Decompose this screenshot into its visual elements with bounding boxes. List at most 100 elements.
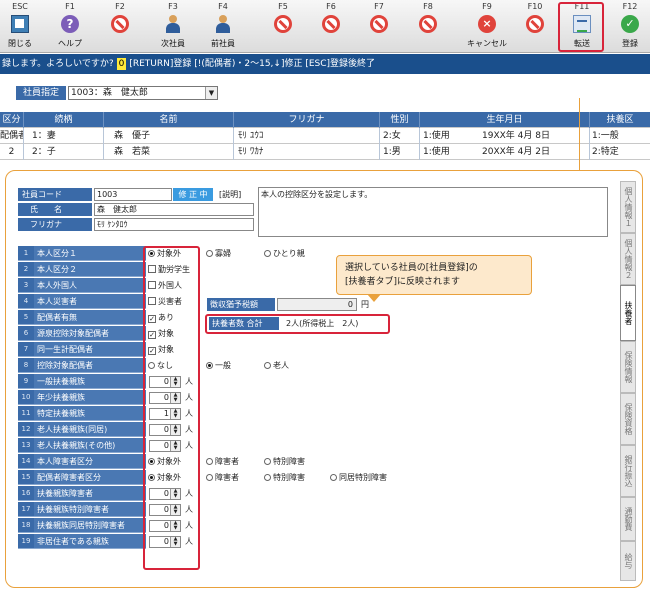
description-text: 本人の控除区分を設定します。	[261, 190, 373, 199]
attr-label-deduction-spouse: 控除対象配偶者	[34, 358, 146, 373]
f6-button[interactable]: F6	[311, 0, 351, 53]
tab-bank-transfer[interactable]: 銀行振込	[620, 445, 636, 497]
prompt-input[interactable]: 0	[116, 58, 127, 70]
cell-gender: 2:女	[380, 128, 420, 144]
radio-icon	[206, 250, 213, 257]
key-label: 閉じる	[8, 39, 32, 48]
register-icon: ✓	[621, 15, 639, 33]
radio-label: 寡婦	[215, 249, 231, 258]
disabled-icon	[526, 15, 544, 33]
radio-single-parent[interactable]: ひとり親	[264, 246, 305, 261]
radio-icon	[264, 362, 271, 369]
radio-spouse-special-disabled[interactable]: 特別障害	[264, 470, 305, 485]
function-key-toolbar: ESC 閉じる F1 ? ヘルプ F2 F3 次社員 F4 前社員 F5 F6 …	[0, 0, 650, 53]
f5-button[interactable]: F5	[263, 0, 303, 53]
row-number: 19	[18, 534, 34, 549]
attr-label-elderly-cohabiting: 老人扶養親族(同居)	[34, 422, 146, 437]
attr-label-nonresident-relatives: 非居住者である親族	[34, 534, 146, 549]
radio-label: 障害者	[215, 473, 239, 482]
cell-birthdate: 20XX年 4月 2日	[482, 144, 590, 160]
cell-dependent-type: 1:一般	[592, 131, 619, 141]
key-code: F7	[374, 2, 384, 11]
attr-label-specific-dependents: 特定扶養親族	[34, 406, 146, 421]
radio-general[interactable]: 一般	[206, 358, 231, 373]
attr-label-dependent-disability: 扶養親族障害者	[34, 486, 146, 501]
close-window-icon	[11, 15, 29, 33]
f12-register-button[interactable]: F12 ✓ 登録	[610, 0, 650, 53]
radio-label: 老人	[273, 361, 289, 370]
callout-line: 選択している社員の[社員登録]の	[345, 263, 478, 273]
disabled-icon	[322, 15, 340, 33]
f4-previous-employee-button[interactable]: F4 前社員	[203, 0, 243, 53]
row-number: 15	[18, 470, 34, 485]
detail-panel: 社員コード 1003 修 正 中 [説明] 本人の控除区分を設定します。 氏 名…	[5, 170, 643, 588]
column-header: 名前	[104, 112, 234, 128]
f1-help-button[interactable]: F1 ? ヘルプ	[50, 0, 90, 53]
f9-cancel-button[interactable]: F9 × キャンセル	[467, 0, 507, 53]
f2-button[interactable]: F2	[100, 0, 140, 53]
key-code: F12	[622, 2, 638, 11]
kana-field[interactable]: ﾓﾘ ｹﾝﾀﾛｳ	[94, 218, 254, 231]
key-code: F9	[482, 2, 492, 11]
employee-selector-label: 社員指定	[16, 86, 66, 100]
radio-icon	[206, 458, 213, 465]
key-code: F10	[527, 2, 543, 11]
connector-line	[579, 98, 580, 171]
tax-deferral-field[interactable]: 0	[277, 298, 357, 311]
f11-highlight-frame	[558, 2, 604, 52]
cell-relation: 1：妻	[24, 128, 104, 144]
column-header: 性別	[380, 112, 420, 128]
disabled-icon	[419, 15, 437, 33]
tab-personal-info-2[interactable]: 個人情報２	[620, 233, 636, 285]
row-number: 8	[18, 358, 34, 373]
f8-button[interactable]: F8	[408, 0, 448, 53]
attr-label-disaster: 本人災害者	[34, 294, 146, 309]
row-number: 7	[18, 342, 34, 357]
f10-button[interactable]: F10	[515, 0, 555, 53]
esc-close-button[interactable]: ESC 閉じる	[0, 0, 40, 53]
column-header: 区分	[0, 112, 24, 128]
f7-button[interactable]: F7	[359, 0, 399, 53]
tab-insurance-qualification[interactable]: 保険資格	[620, 393, 636, 445]
row-number: 6	[18, 326, 34, 341]
cell-calendar: 1:使用	[423, 147, 450, 157]
table-row[interactable]: 2 2：子 森 若菜 ﾓﾘ ﾜｶﾅ 1:男 1:使用 20XX年 4月 2日 2…	[0, 144, 650, 160]
name-field[interactable]: 森 健太郎	[94, 203, 254, 216]
radio-label: 一般	[215, 361, 231, 370]
employee-code-field[interactable]: 1003	[94, 188, 172, 201]
cell-birthdate: 19XX年 4月 8日	[482, 128, 590, 144]
disabled-icon	[274, 15, 292, 33]
radio-spouse-cohabiting-special[interactable]: 同居特別障害	[330, 470, 387, 485]
attr-label-withholding-spouse: 源泉控除対象配偶者	[34, 326, 146, 341]
radio-elderly[interactable]: 老人	[264, 358, 289, 373]
attr-label-self-category-1: 本人区分１	[34, 246, 146, 261]
tab-personal-info-1[interactable]: 個人情報１	[620, 181, 636, 233]
radio-icon	[206, 474, 213, 481]
column-header: 生年月日	[420, 112, 590, 128]
previous-employee-icon	[214, 15, 232, 33]
employee-select[interactable]: 1003：森 健太郎 ▼	[68, 86, 218, 100]
chevron-down-icon[interactable]: ▼	[205, 87, 217, 99]
cell-kana: ﾓﾘ ﾕｳｺ	[234, 128, 380, 144]
radio-label: ひとり親	[273, 249, 305, 258]
cell-kana: ﾓﾘ ﾜｶﾅ	[234, 144, 380, 160]
cell-relation: 2：子	[24, 144, 104, 160]
row-number: 1	[18, 246, 34, 261]
tab-insurance-info[interactable]: 保険情報	[620, 341, 636, 393]
radio-self-disabled[interactable]: 障害者	[206, 454, 239, 469]
attr-label-dependent-cohabiting-special-disability: 扶養親族同居特別障害者	[34, 518, 146, 533]
employee-select-value: 1003：森 健太郎	[71, 88, 148, 98]
name-label: 氏 名	[18, 203, 92, 216]
attr-label-dependent-special-disability: 扶養親族特別障害者	[34, 502, 146, 517]
radio-spouse-disabled[interactable]: 障害者	[206, 470, 239, 485]
tab-salary[interactable]: 給与	[620, 541, 636, 581]
cell-name: 森 優子	[104, 128, 234, 144]
tab-dependents[interactable]: 扶養者	[620, 285, 636, 341]
cell-calendar: 1:使用	[423, 131, 450, 141]
radio-self-special-disabled[interactable]: 特別障害	[264, 454, 305, 469]
f3-next-employee-button[interactable]: F3 次社員	[153, 0, 193, 53]
table-row[interactable]: 配偶者 1：妻 森 優子 ﾓﾘ ﾕｳｺ 2:女 1:使用 19XX年 4月 8日…	[0, 128, 650, 144]
radio-widow[interactable]: 寡婦	[206, 246, 231, 261]
row-number: 18	[18, 518, 34, 533]
tab-commute[interactable]: 通勤費	[620, 497, 636, 541]
